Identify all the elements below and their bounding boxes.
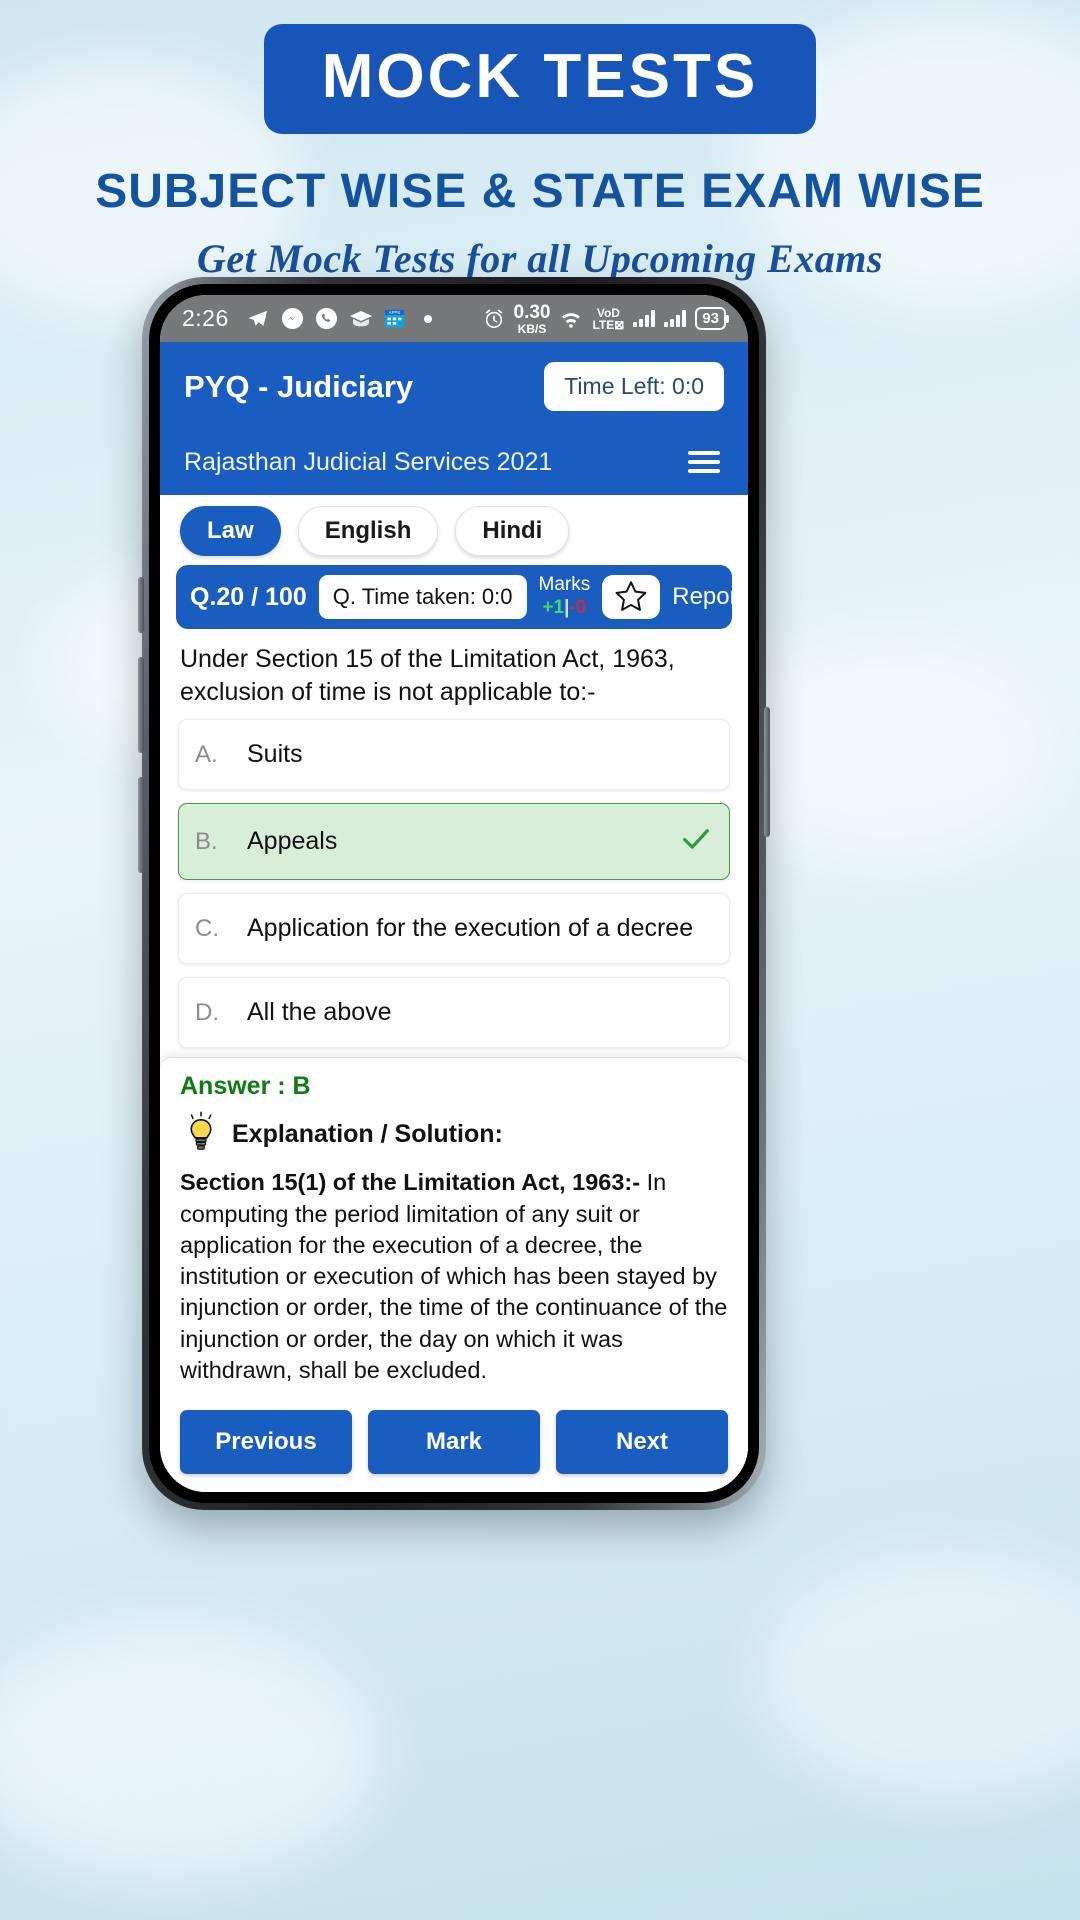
telegram-icon bbox=[246, 308, 270, 330]
question-body: Under Section 15 of the Limitation Act, … bbox=[160, 629, 748, 1492]
wifi-icon bbox=[559, 309, 583, 329]
option-c-text: Application for the execution of a decre… bbox=[247, 914, 694, 942]
app-header: PYQ - Judiciary Time Left: 0:0 Rajasthan… bbox=[160, 342, 748, 495]
banner-tagline: Get Mock Tests for all Upcoming Exams bbox=[197, 236, 883, 281]
tab-hindi[interactable]: Hindi bbox=[455, 506, 570, 556]
explanation-title: Explanation / Solution: bbox=[232, 1119, 503, 1148]
lightbulb-icon bbox=[180, 1111, 222, 1157]
network-speed-value: 0.30 bbox=[513, 301, 551, 323]
svg-text:APPS: APPS bbox=[388, 310, 400, 315]
calendar-icon: APPS bbox=[384, 308, 405, 329]
option-c-letter: C. bbox=[195, 914, 219, 942]
phone-power-button bbox=[764, 707, 770, 837]
marks-indicator: Marks +1|-0 bbox=[538, 574, 591, 619]
mark-button[interactable]: Mark bbox=[368, 1410, 540, 1474]
option-b-text: Appeals bbox=[247, 827, 338, 855]
phone-volume-up-button bbox=[138, 657, 144, 753]
tab-law[interactable]: Law bbox=[180, 506, 281, 556]
bookmark-button[interactable] bbox=[602, 575, 661, 619]
check-icon bbox=[679, 824, 713, 859]
signal-bars-icon-2 bbox=[664, 310, 687, 327]
question-text: Under Section 15 of the Limitation Act, … bbox=[180, 645, 675, 706]
graduation-cap-icon bbox=[349, 309, 373, 329]
hamburger-menu-icon[interactable] bbox=[684, 447, 724, 477]
phone-volume-down-button bbox=[138, 777, 144, 873]
phone-bezel: 2:26 APPS 0.30 KB/S VoD LTE⊠ 93 PYQ - Ju… bbox=[149, 284, 759, 1503]
messenger-icon bbox=[281, 307, 304, 330]
option-a[interactable]: A. Suits bbox=[178, 719, 730, 790]
marks-positive: +1 bbox=[542, 597, 565, 618]
report-button[interactable]: Report bbox=[672, 583, 748, 611]
options-list: A. Suits B. Appeals C. Application for t… bbox=[160, 719, 748, 1048]
phone-side-button bbox=[138, 577, 144, 633]
previous-button[interactable]: Previous bbox=[180, 1410, 352, 1474]
status-bar: 2:26 APPS 0.30 KB/S VoD LTE⊠ 93 bbox=[160, 295, 748, 342]
subject-tabs: Law English Hindi bbox=[160, 495, 748, 565]
answer-explanation-card: Answer : B Explanation / Solution: Secti… bbox=[160, 1057, 748, 1396]
option-d[interactable]: D. All the above bbox=[178, 977, 730, 1048]
option-c[interactable]: C. Application for the execution of a de… bbox=[178, 893, 730, 964]
signal-bars-icon bbox=[633, 310, 656, 327]
star-icon bbox=[613, 580, 649, 614]
question-meta-bar: Q.20 / 100 Q. Time taken: 0:0 Marks +1|-… bbox=[176, 565, 744, 629]
volte-line-2: LTE⊠ bbox=[592, 317, 625, 332]
option-a-text: Suits bbox=[247, 740, 303, 768]
question-time-taken: Q. Time taken: 0:0 bbox=[318, 575, 527, 619]
explanation-bold-lead: Section 15(1) of the Limitation Act, 196… bbox=[180, 1169, 641, 1196]
app-header-top-row: PYQ - Judiciary Time Left: 0:0 bbox=[184, 362, 724, 411]
cloud-decoration bbox=[760, 1550, 1080, 1800]
explanation-rest: In computing the period limitation of an… bbox=[180, 1169, 728, 1383]
question-counter: Q.20 / 100 bbox=[190, 582, 307, 611]
battery-indicator: 93 bbox=[695, 307, 729, 330]
next-button[interactable]: Next bbox=[556, 1410, 728, 1474]
network-speed-indicator: 0.30 KB/S bbox=[514, 303, 551, 335]
exam-name: Rajasthan Judicial Services 2021 bbox=[184, 447, 553, 476]
option-d-letter: D. bbox=[195, 998, 219, 1026]
marks-label: Marks bbox=[538, 574, 591, 596]
phone-mockup: 2:26 APPS 0.30 KB/S VoD LTE⊠ 93 PYQ - Ju… bbox=[138, 277, 770, 1510]
banner-title: MOCK TESTS bbox=[263, 24, 817, 134]
tab-english[interactable]: English bbox=[297, 506, 439, 556]
option-a-letter: A. bbox=[195, 740, 218, 768]
cloud-decoration bbox=[0, 1620, 380, 1880]
status-system-icons: 0.30 KB/S VoD LTE⊠ 93 bbox=[483, 303, 729, 335]
volte-indicator: VoD LTE⊠ bbox=[592, 307, 624, 331]
marks-negative: -0 bbox=[569, 597, 587, 618]
option-b-letter: B. bbox=[195, 827, 218, 855]
promo-banner: MOCK TESTS SUBJECT WISE & STATE EXAM WIS… bbox=[0, 0, 1080, 282]
phone-screen: 2:26 APPS 0.30 KB/S VoD LTE⊠ 93 PYQ - Ju… bbox=[160, 295, 748, 1492]
option-b[interactable]: B. Appeals bbox=[178, 803, 730, 880]
answer-line: Answer : B bbox=[180, 1072, 311, 1101]
whatsapp-icon bbox=[315, 307, 338, 330]
volte-line-1: VoD bbox=[596, 305, 620, 320]
time-left-button[interactable]: Time Left: 0:0 bbox=[544, 362, 724, 411]
alarm-icon bbox=[483, 308, 505, 330]
dot-icon bbox=[423, 314, 432, 323]
cloud-decoration bbox=[720, 640, 1060, 870]
app-title: PYQ - Judiciary bbox=[184, 368, 414, 404]
app-header-bottom-row: Rajasthan Judicial Services 2021 bbox=[184, 447, 724, 477]
banner-subtitle: SUBJECT WISE & STATE EXAM WISE bbox=[95, 165, 985, 218]
network-speed-unit: KB/S bbox=[517, 321, 547, 336]
marks-values: +1|-0 bbox=[539, 597, 591, 619]
navigation-buttons: Previous Mark Next bbox=[160, 1396, 748, 1492]
status-notification-icons: APPS bbox=[246, 307, 432, 330]
status-clock: 2:26 bbox=[182, 305, 229, 331]
explanation-body: Section 15(1) of the Limitation Act, 196… bbox=[180, 1167, 728, 1386]
option-d-text: All the above bbox=[247, 998, 392, 1026]
explanation-header: Explanation / Solution: bbox=[180, 1111, 728, 1157]
